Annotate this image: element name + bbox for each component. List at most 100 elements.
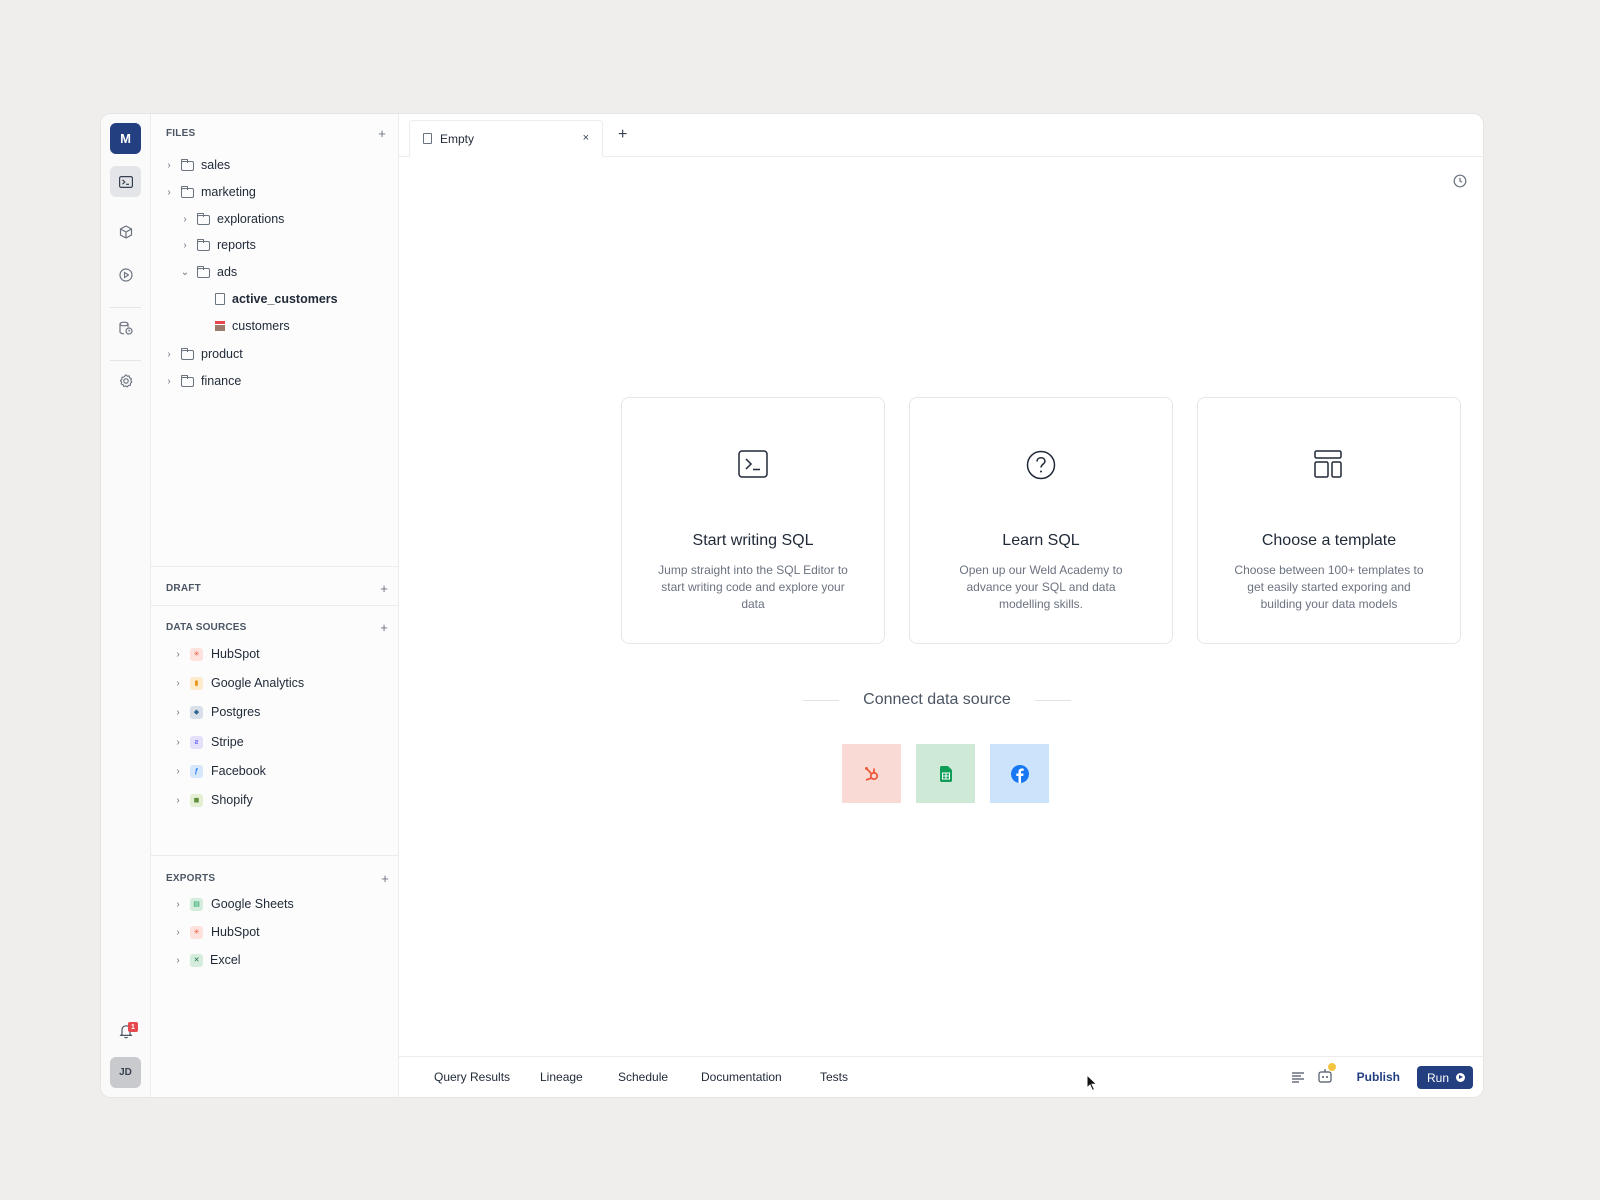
export-item-hubspot[interactable]: › ✳ HubSpot (172, 921, 260, 943)
chevron-right-icon: › (176, 954, 180, 966)
exports-header: EXPORTS + (166, 871, 389, 886)
chevron-right-icon: › (176, 926, 180, 938)
chevron-right-icon: › (176, 648, 180, 660)
mouse-cursor-icon (1086, 1074, 1098, 1092)
source-item-label: Facebook (211, 764, 266, 778)
files-header: FILES + (166, 126, 386, 141)
chevron-right-icon: › (176, 736, 180, 748)
learn-sql-card[interactable]: Learn SQL Open up our Weld Academy to ad… (909, 397, 1173, 644)
data-sources-header-label: DATA SOURCES (166, 621, 247, 633)
play-circle-icon[interactable] (118, 267, 134, 283)
file-icon (215, 293, 225, 305)
tree-item-sales[interactable]: › sales (163, 154, 230, 176)
add-data-source-button[interactable]: + (380, 620, 388, 635)
hubspot-icon (864, 766, 878, 781)
folder-icon (181, 348, 194, 360)
tree-item-product[interactable]: › product (163, 343, 242, 365)
source-item-facebook[interactable]: › ƒ Facebook (172, 760, 266, 782)
card-description: Choose between 100+ templates to get eas… (1234, 563, 1424, 611)
workspace-avatar[interactable]: M (110, 123, 141, 154)
sidebar: FILES + › sales › marketing › exploratio… (151, 114, 399, 1097)
gear-icon[interactable] (118, 373, 134, 389)
tab-documentation[interactable]: Documentation (701, 1070, 782, 1084)
tree-item-label: marketing (201, 185, 256, 199)
chevron-right-icon: › (183, 239, 187, 251)
chevron-right-icon: › (176, 794, 180, 806)
source-item-label: Shopify (211, 793, 253, 807)
chevron-right-icon: › (176, 765, 180, 777)
tab-empty[interactable]: Empty × (409, 120, 603, 157)
tree-item-reports[interactable]: › reports (179, 234, 256, 256)
source-item-google-analytics[interactable]: › ▮ Google Analytics (172, 672, 304, 694)
tab-schedule[interactable]: Schedule (618, 1070, 668, 1084)
editor-nav-button[interactable] (110, 166, 141, 197)
folder-icon (181, 375, 194, 387)
section-divider (151, 855, 398, 856)
source-item-shopify[interactable]: › ◼ Shopify (172, 789, 253, 811)
bottom-toolbar: Query Results Lineage Schedule Documenta… (399, 1056, 1483, 1097)
add-export-button[interactable]: + (381, 871, 389, 886)
export-item-label: Excel (210, 953, 241, 967)
google-analytics-icon: ▮ (190, 676, 203, 690)
exports-header-label: EXPORTS (166, 872, 216, 884)
hubspot-icon: ✳ (190, 925, 203, 939)
source-item-hubspot[interactable]: › ✳ HubSpot (172, 643, 259, 665)
export-item-google-sheets[interactable]: › ▤ Google Sheets (172, 893, 294, 915)
tab-bar: Empty × + (399, 114, 1483, 157)
stripe-icon: ƨ (190, 735, 203, 749)
tree-item-finance[interactable]: › finance (163, 370, 241, 392)
chevron-right-icon: › (183, 213, 187, 225)
choose-template-card[interactable]: Choose a template Choose between 100+ te… (1197, 397, 1461, 644)
folder-icon (181, 159, 194, 171)
user-avatar[interactable]: JD (110, 1057, 141, 1088)
google-sheets-icon (939, 765, 952, 782)
postgres-icon: ◆ (190, 705, 203, 719)
tree-item-marketing[interactable]: › marketing (163, 181, 256, 203)
publish-button[interactable]: Publish (1357, 1070, 1400, 1084)
table-icon (215, 321, 225, 331)
tree-item-label: finance (201, 374, 242, 388)
connect-google-sheets-button[interactable] (916, 744, 975, 803)
export-item-label: Google Sheets (211, 897, 294, 911)
history-icon[interactable] (1453, 174, 1467, 188)
close-tab-button[interactable]: × (583, 132, 589, 144)
help-circle-icon (1026, 450, 1056, 480)
source-item-stripe[interactable]: › ƨ Stripe (172, 731, 244, 753)
tree-item-customers[interactable]: customers (209, 315, 290, 337)
source-item-label: Stripe (211, 735, 244, 749)
facebook-icon: ƒ (190, 764, 203, 778)
tab-query-results[interactable]: Query Results (434, 1070, 510, 1084)
file-icon (423, 133, 432, 144)
folder-icon (197, 239, 210, 251)
card-title: Start writing SQL (692, 532, 814, 549)
folder-open-icon (197, 266, 210, 278)
tree-item-ads[interactable]: ⌄ ads (179, 261, 237, 283)
ai-assistant-icon[interactable] (1317, 1062, 1337, 1086)
add-file-button[interactable]: + (378, 126, 386, 141)
tab-tests[interactable]: Tests (820, 1070, 848, 1084)
tree-item-label: active_customers (232, 292, 338, 306)
notification-badge: 1 (128, 1022, 138, 1032)
database-clock-icon[interactable] (118, 320, 134, 336)
start-writing-sql-card[interactable]: Start writing SQL Jump straight into the… (621, 397, 885, 644)
export-item-label: HubSpot (211, 925, 260, 939)
rail-divider (110, 360, 141, 361)
play-icon (1456, 1073, 1465, 1082)
tab-lineage[interactable]: Lineage (540, 1070, 583, 1084)
draft-header-label: DRAFT (166, 582, 201, 594)
tree-item-explorations[interactable]: › explorations (179, 208, 284, 230)
tree-item-label: sales (201, 158, 231, 172)
tree-item-label: ads (217, 265, 238, 279)
new-tab-button[interactable]: + (618, 126, 627, 144)
section-divider (151, 566, 398, 567)
source-item-postgres[interactable]: › ◆ Postgres (172, 701, 260, 723)
chevron-right-icon: › (167, 186, 171, 198)
format-lines-icon[interactable] (1292, 1071, 1304, 1083)
add-draft-button[interactable]: + (380, 581, 388, 596)
tree-item-active-customers[interactable]: active_customers (209, 288, 338, 310)
connect-hubspot-button[interactable] (842, 744, 901, 803)
cube-icon[interactable] (118, 224, 134, 240)
export-item-excel[interactable]: › ✕ Excel (172, 949, 241, 971)
connect-facebook-button[interactable] (990, 744, 1049, 803)
run-button[interactable]: Run (1417, 1066, 1473, 1089)
